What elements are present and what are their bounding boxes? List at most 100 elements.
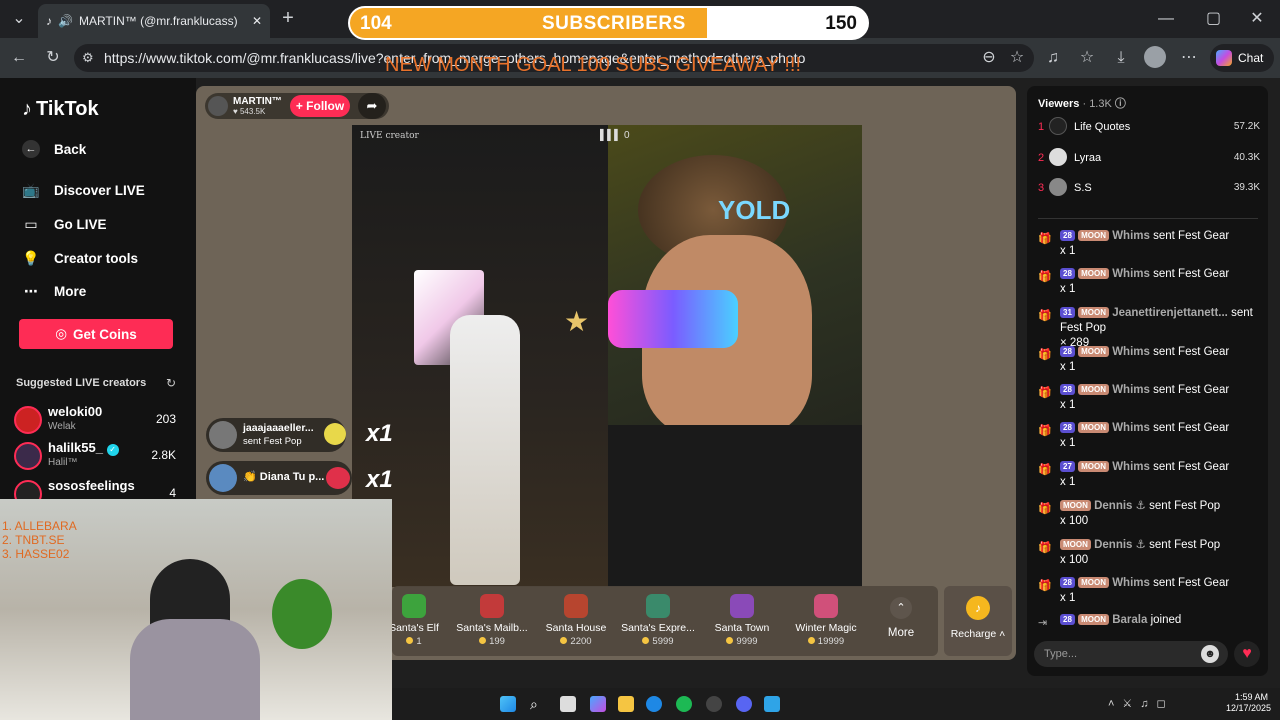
site-info-icon[interactable]: ⚙: [82, 50, 94, 66]
spotify-icon[interactable]: [676, 696, 692, 712]
clock[interactable]: 1:59 AM 12/17/2025: [1226, 692, 1271, 714]
favorites-icon[interactable]: ☆: [1078, 50, 1096, 66]
nav-go-live[interactable]: ▭ Go LIVE: [22, 216, 106, 233]
zoom-icon[interactable]: ⊖: [980, 50, 998, 66]
copilot-taskbar-icon[interactable]: [590, 696, 606, 712]
comment-input[interactable]: Type...: [1034, 641, 1228, 667]
chat-message[interactable]: 🎁 MOON Dennis ⚓ sent Fest Pop x 100: [1038, 538, 1260, 568]
nav-discover-live[interactable]: 📺 Discover LIVE: [22, 182, 145, 199]
nav-creator-tools[interactable]: 💡 Creator tools: [22, 250, 138, 267]
chat-action: sent Fest Gear: [1153, 346, 1230, 358]
level-badge: 28: [1060, 577, 1075, 588]
profile-avatar[interactable]: [1144, 46, 1166, 68]
reload-icon[interactable]: ↻: [44, 50, 62, 66]
viewer-row[interactable]: 3 S.S 39.3K: [1038, 178, 1260, 200]
close-window-icon[interactable]: ✕: [1250, 11, 1264, 27]
chat-username[interactable]: Jeanettirenjettanett...: [1112, 307, 1228, 319]
chat-username[interactable]: Whims: [1112, 461, 1150, 473]
chat-username[interactable]: Dennis ⚓: [1094, 500, 1146, 512]
minimize-icon[interactable]: —: [1158, 11, 1174, 27]
app-icon[interactable]: [764, 696, 780, 712]
system-tray-icons[interactable]: ˄⚔♫◻: [1108, 697, 1174, 710]
verified-icon: ✓: [106, 444, 119, 456]
tab-list-chevron-icon[interactable]: ⌄: [12, 11, 26, 27]
chat-username[interactable]: Whims: [1112, 577, 1150, 589]
gift-notification: jaaajaaaeller... sent Fest Pop: [206, 418, 346, 452]
plant-shape: [272, 579, 332, 649]
get-coins-button[interactable]: ◎ Get Coins: [19, 319, 173, 349]
file-explorer-icon[interactable]: [618, 696, 634, 712]
refresh-icon[interactable]: ↻: [166, 376, 176, 390]
maximize-icon[interactable]: ▢: [1206, 11, 1221, 27]
gift-item[interactable]: Santa Town 9999: [702, 594, 782, 647]
chat-username[interactable]: Whims: [1112, 384, 1150, 396]
chat-message[interactable]: ⇥ 28 MOON Barala joined: [1038, 613, 1260, 629]
share-icon[interactable]: ➦: [358, 93, 386, 119]
media-control-icon[interactable]: ♫: [1044, 50, 1062, 66]
chat-action: sent Fest Pop: [1149, 500, 1221, 512]
back-link[interactable]: ← Back: [22, 140, 86, 158]
tiktok-logo[interactable]: ♪ TikTok: [22, 98, 99, 121]
recharge-label: Recharge ˄: [950, 628, 1006, 640]
back-label: Back: [54, 141, 87, 157]
more-gifts-button[interactable]: ⌃ More: [878, 597, 924, 639]
suggested-creator[interactable]: halilk55_ ✓ Halil™ 2.8K: [14, 438, 190, 474]
chat-username[interactable]: Barala: [1112, 614, 1147, 626]
chat-username[interactable]: Whims: [1112, 346, 1150, 358]
chat-message[interactable]: 🎁 28 MOON Whims sent Fest Gear x 1: [1038, 576, 1260, 606]
follow-button[interactable]: + Follow: [290, 95, 350, 117]
moon-badge: MOON: [1078, 614, 1109, 625]
chat-username[interactable]: Whims: [1112, 268, 1150, 280]
nav-more[interactable]: ⋯ More: [22, 283, 86, 300]
discord-icon[interactable]: [736, 696, 752, 712]
task-view-icon[interactable]: [560, 696, 576, 712]
search-icon[interactable]: ⌕: [530, 696, 546, 712]
chat-message[interactable]: 🎁 28 MOON Whims sent Fest Gear x 1: [1038, 383, 1260, 413]
ellipsis-icon: ⋯: [24, 283, 38, 299]
start-icon[interactable]: [500, 696, 516, 712]
copilot-chat-button[interactable]: Chat: [1210, 44, 1274, 72]
tv-icon: 📺: [22, 182, 40, 198]
close-tab-icon[interactable]: ✕: [252, 14, 262, 28]
chat-message[interactable]: 🎁 MOON Dennis ⚓ sent Fest Pop x 100: [1038, 499, 1260, 529]
chat-message-body: 28 MOON Whims sent Fest Gear x 1: [1060, 383, 1260, 413]
santas-elf-icon: [402, 594, 426, 618]
chat-username[interactable]: Dennis ⚓: [1094, 539, 1146, 551]
downloads-icon[interactable]: ⤓: [1112, 50, 1130, 66]
speaker-icon[interactable]: 🔊: [58, 14, 73, 28]
suggested-creator[interactable]: weloki00 Welak 203: [14, 402, 190, 438]
favorite-star-icon[interactable]: ☆: [1008, 50, 1026, 66]
video-label: LIVE creator: [360, 131, 419, 141]
browser-tab[interactable]: ♪ 🔊 MARTIN™ (@mr.franklucass) ✕: [38, 4, 270, 38]
back-arrow-icon[interactable]: ←: [10, 50, 28, 66]
gift-item[interactable]: Santa's Expre... 5999: [618, 594, 698, 647]
emoji-icon[interactable]: ☻: [1201, 645, 1219, 663]
chat-message[interactable]: 🎁 28 MOON Whims sent Fest Gear x 1: [1038, 267, 1260, 297]
github-icon[interactable]: [706, 696, 722, 712]
settings-ellipsis-icon[interactable]: ⋯: [1180, 50, 1198, 66]
chat-message[interactable]: 🎁 28 MOON Whims sent Fest Gear x 1: [1038, 229, 1260, 259]
chat-message[interactable]: 🎁 28 MOON Whims sent Fest Gear x 1: [1038, 345, 1260, 375]
gift-item[interactable]: Santa's Mailb... 199: [452, 594, 532, 647]
chat-action: sent Fest Gear: [1153, 230, 1230, 242]
gift-item[interactable]: Winter Magic 19999: [786, 594, 866, 647]
edge-icon[interactable]: [646, 696, 662, 712]
gift-item[interactable]: Santa House 2200: [536, 594, 616, 647]
chat-message-body: 28 MOON Whims sent Fest Gear x 1: [1060, 421, 1260, 451]
chat-username[interactable]: Whims: [1112, 422, 1150, 434]
viewer-row[interactable]: 1 Life Quotes 57.2K: [1038, 117, 1260, 139]
moon-badge: MOON: [1078, 230, 1109, 241]
chat-message[interactable]: 🎁 27 MOON Whims sent Fest Gear x 1: [1038, 460, 1260, 490]
chat-message[interactable]: 🎁 28 MOON Whims sent Fest Gear x 1: [1038, 421, 1260, 451]
chat-username[interactable]: Whims: [1112, 230, 1150, 242]
shirt-shape: [608, 425, 862, 587]
recharge-button[interactable]: ♪ Recharge ˄: [944, 586, 1012, 656]
viewers-count: · 1.3K: [1082, 98, 1112, 110]
info-icon[interactable]: ⓘ: [1115, 98, 1126, 110]
viewer-row[interactable]: 2 Lyraa 40.3K: [1038, 148, 1260, 170]
new-tab-plus-icon[interactable]: +: [280, 8, 296, 28]
chat-message-body: 28 MOON Whims sent Fest Gear x 1: [1060, 267, 1260, 297]
live-video-right[interactable]: ▌▌▌ 0 YOLD: [600, 125, 862, 587]
like-heart-icon[interactable]: ♥: [1234, 641, 1260, 667]
heart-gift-icon: [326, 467, 350, 489]
